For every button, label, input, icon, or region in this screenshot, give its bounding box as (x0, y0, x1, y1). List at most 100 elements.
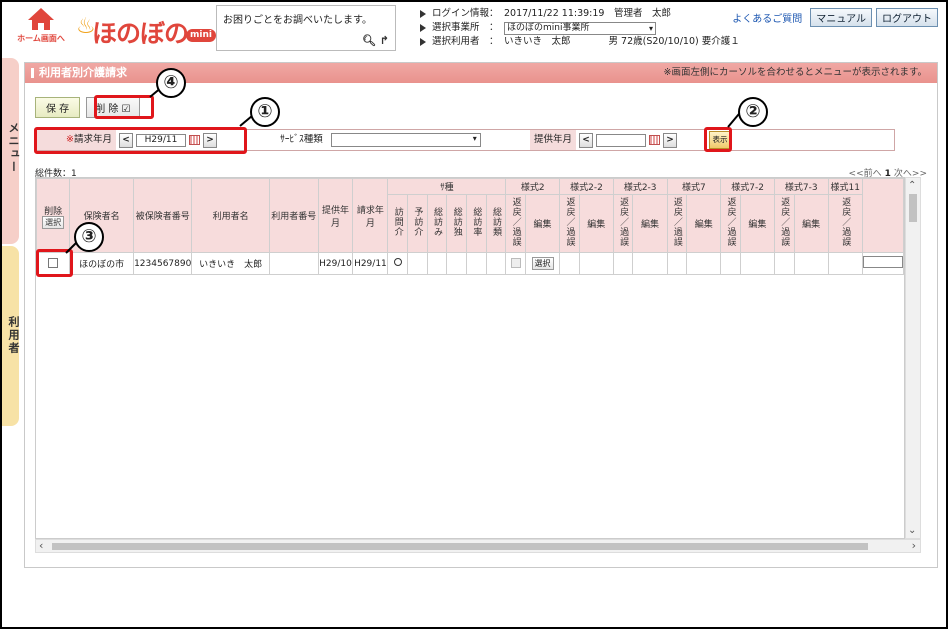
faq-link[interactable]: よくあるご質問 (732, 10, 802, 25)
col-style: 様式7-2 (720, 178, 775, 195)
chevron-down-icon[interactable]: ⌄ (908, 525, 916, 536)
col-type: 総訪独 (446, 194, 468, 253)
chevron-right-icon[interactable]: › (912, 539, 916, 552)
col-user-no: 利用者番号 (269, 178, 319, 253)
login-label: ログイン情報： (432, 8, 499, 19)
chevron-up-icon[interactable]: ⌃ (908, 180, 916, 191)
col-style: 様式2 (505, 178, 561, 195)
col-return: 返戻／過誤 (720, 194, 741, 253)
col-type: 総訪率 (466, 194, 487, 253)
side-user-label: 利用者 (7, 316, 20, 355)
save-button[interactable]: 保 存 (35, 97, 81, 118)
col-edit: 編集 (578, 194, 614, 253)
col-return: 返戻／過誤 (773, 194, 795, 253)
col-service-type: ｻ種 (387, 178, 507, 195)
provide-next-button[interactable]: > (663, 132, 678, 148)
side-menu-tab[interactable]: メニュー (2, 58, 20, 244)
col-provide: 提供年月 (317, 178, 354, 253)
calendar-icon[interactable] (649, 135, 661, 145)
highlight-delete-button (94, 95, 154, 119)
col-edit: 編集 (739, 194, 775, 253)
user-value: いきいき 太郎 男 72歳(S20/10/10) 要介護１ (504, 36, 740, 47)
cell-insurer: ほのぼの市 (69, 252, 135, 275)
chevron-left-icon[interactable]: ‹ (39, 539, 43, 552)
col-style: 様式2-3 (612, 178, 668, 195)
cell-user-name: いきいき 太郎 (191, 252, 271, 275)
edit-select-button[interactable]: 選択 (531, 257, 554, 270)
col-edit: 編集 (793, 194, 829, 253)
col-return: 返戻／過誤 (827, 194, 863, 253)
manual-button[interactable]: マニュアル (810, 8, 872, 27)
home-icon (28, 8, 54, 20)
help-search-box[interactable]: お困りごとをお調べいたします。 🔍︎ ↱ (216, 5, 396, 51)
help-text: お困りごとをお調べいたします。 (223, 15, 372, 26)
vertical-scrollbar[interactable]: ⌃ ⌄ (905, 177, 921, 539)
col-style: 様式11 (827, 178, 863, 195)
menu-hint: ※画面左側にカーソルを合わせるとメニューが表示されます。 (663, 67, 927, 78)
col-return: 返戻／過誤 (666, 194, 688, 253)
col-return: 返戻／過誤 (612, 194, 634, 253)
col-type: 訪問介 (387, 194, 409, 253)
highlight-billing-month (34, 127, 247, 154)
col-type: 総訪み (426, 194, 448, 253)
col-return: 返戻／過誤 (505, 194, 526, 253)
callout-4: ④ (156, 68, 186, 98)
cell-provide: H29/10 (317, 252, 354, 275)
col-user-name: 利用者名 (191, 178, 271, 253)
select-all-button[interactable]: 選択 (42, 215, 65, 229)
office-label: 選択事業所 ： (432, 22, 499, 33)
extra-input[interactable] (862, 256, 903, 268)
provide-month-label: 提供年月 (530, 130, 577, 150)
logo-text: ほのぼの (92, 19, 189, 48)
login-value: 2017/11/22 11:39:19 管理者 太郎 (504, 8, 671, 19)
provide-prev-button[interactable]: < (579, 132, 594, 148)
scroll-thumb[interactable] (52, 543, 868, 550)
go-arrow-icon[interactable]: ↱ (380, 34, 389, 47)
bullet-icon (420, 24, 426, 32)
col-edit: 編集 (632, 194, 668, 253)
billing-table: 削除 選択 保険者名 被保険者番号 利用者名 利用者番号 提供年月 請求年月 ｻ種… (35, 177, 905, 539)
bullet-icon (420, 10, 426, 18)
service-type-select[interactable]: ▾ (330, 133, 481, 147)
user-label: 選択利用者 ： (432, 36, 499, 47)
col-type: 総訪類 (485, 194, 507, 253)
col-style: 様式2-2 (559, 178, 614, 195)
page-title: 利用者別介護請求 (39, 66, 127, 79)
callout-2: ② (738, 97, 768, 127)
logo: ♨ ほのぼの mini (74, 12, 216, 48)
home-label: ホーム画面へ (17, 34, 65, 43)
header: ホーム画面へ ♨ ほのぼの mini お困りごとをお調べいたします。 🔍︎ ↱ … (2, 2, 946, 54)
return-checkbox (510, 258, 521, 269)
cell-user-no (269, 252, 319, 275)
col-edit: 編集 (686, 194, 722, 253)
col-insured-no: 被保険者番号 (133, 178, 193, 253)
col-style: 様式7-3 (773, 178, 829, 195)
chevron-down-icon: ▾ (648, 23, 653, 33)
highlight-delete-checkbox (36, 249, 73, 277)
logout-button[interactable]: ログアウト (876, 8, 938, 27)
cell-insured-no: 1234567890 (133, 252, 193, 275)
col-billing: 請求年月 (352, 178, 389, 253)
col-style: 様式7 (666, 178, 722, 195)
provide-month-input[interactable] (596, 133, 647, 147)
office-select[interactable]: ほのぼのmini事業所 ▾ (504, 21, 656, 35)
search-icon[interactable]: 🔍︎ (362, 34, 376, 47)
side-menu-label: メニュー (7, 122, 20, 174)
cell-billing: H29/11 (352, 252, 389, 275)
selected-mark-icon (393, 258, 402, 266)
col-delete: 削除 選択 (36, 178, 71, 253)
col-extra (861, 178, 904, 253)
bullet-icon (420, 38, 426, 46)
callout-3: ③ (74, 222, 104, 252)
logo-mini: mini (186, 29, 216, 42)
home-button[interactable]: ホーム画面へ (16, 8, 66, 48)
chevron-down-icon: ▾ (472, 134, 477, 143)
service-type-label: ｻｰﾋﾞｽ種類 (280, 134, 323, 145)
horizontal-scrollbar[interactable]: ‹ › (35, 539, 921, 553)
side-user-tab[interactable]: 利用者 (2, 246, 20, 426)
col-return: 返戻／過誤 (559, 194, 580, 253)
session-info: ログイン情報： 2017/11/22 11:39:19 管理者 太郎 選択事業所 … (420, 7, 740, 49)
scroll-thumb[interactable] (909, 194, 917, 222)
table-row: ほのぼの市 1234567890 いきいき 太郎 H29/10 H29/11 選… (36, 252, 904, 275)
highlight-show-button (704, 127, 732, 152)
